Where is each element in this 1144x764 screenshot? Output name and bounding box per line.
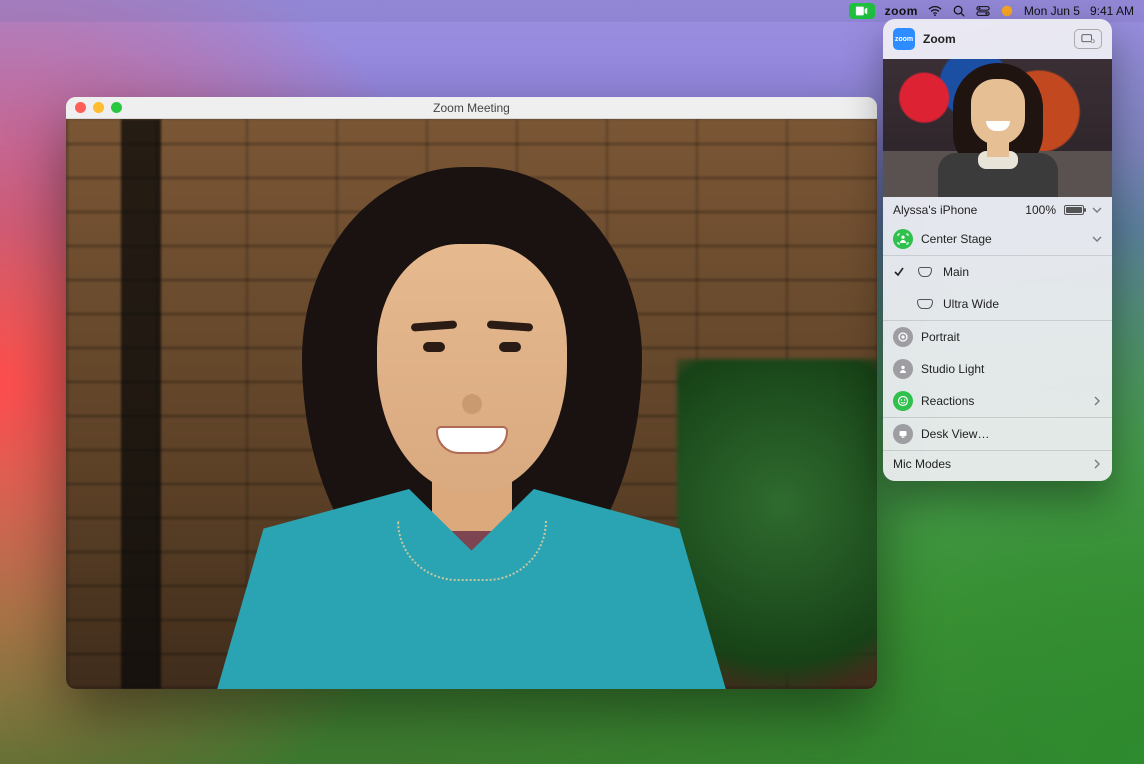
- menubar-date[interactable]: Mon Jun 5: [1024, 4, 1080, 18]
- spotlight-icon[interactable]: [952, 4, 966, 18]
- window-minimize-button[interactable]: [93, 102, 104, 113]
- center-stage-label: Center Stage: [921, 232, 1084, 246]
- share-window-button[interactable]: [1074, 29, 1102, 49]
- control-center-icon[interactable]: [976, 4, 990, 18]
- camera-active-pill[interactable]: [849, 3, 875, 19]
- lens-ultrawide-row[interactable]: Ultra Wide: [883, 288, 1112, 320]
- panel-header: zoom Zoom: [883, 19, 1112, 59]
- desk-view-label: Desk View…: [921, 427, 1102, 441]
- reactions-label: Reactions: [921, 394, 1084, 408]
- share-screen-icon: [1081, 33, 1095, 45]
- battery-icon: [1064, 205, 1084, 215]
- window-close-button[interactable]: [75, 102, 86, 113]
- chevron-down-icon: [1092, 205, 1102, 215]
- device-name: Alyssa's iPhone: [893, 203, 1017, 217]
- desk-view-icon: [893, 424, 913, 444]
- chevron-right-icon: [1092, 396, 1102, 406]
- zoom-app-icon: zoom: [893, 28, 915, 50]
- video-control-panel: zoom Zoom Alyssa's iPhone 100% Center St…: [883, 19, 1112, 481]
- lens-main-label: Main: [943, 265, 1102, 279]
- studio-light-label: Studio Light: [921, 362, 1102, 376]
- camera-preview: [883, 59, 1112, 197]
- zoom-meeting-window: Zoom Meeting: [66, 97, 877, 689]
- lens-ultrawide-label: Ultra Wide: [943, 297, 1102, 311]
- portrait-icon: [893, 327, 913, 347]
- wifi-icon[interactable]: [928, 4, 942, 18]
- reactions-row[interactable]: Reactions: [883, 385, 1112, 417]
- main-speaker-avatar: [192, 139, 752, 689]
- notification-dot-icon[interactable]: [1000, 4, 1014, 18]
- device-status-row[interactable]: Alyssa's iPhone 100%: [883, 197, 1112, 223]
- studio-light-icon: [893, 359, 913, 379]
- center-stage-row[interactable]: Center Stage: [883, 223, 1112, 255]
- desk-view-row[interactable]: Desk View…: [883, 418, 1112, 450]
- chevron-down-icon: [1092, 234, 1102, 244]
- video-icon: [855, 4, 869, 18]
- main-video-feed: [66, 119, 877, 689]
- menubar-time[interactable]: 9:41 AM: [1090, 4, 1134, 18]
- portrait-label: Portrait: [921, 330, 1102, 344]
- window-titlebar[interactable]: Zoom Meeting: [66, 97, 877, 119]
- window-maximize-button[interactable]: [111, 102, 122, 113]
- lens-main-row[interactable]: Main: [883, 256, 1112, 288]
- window-title: Zoom Meeting: [66, 101, 877, 115]
- battery-percent: 100%: [1025, 203, 1056, 217]
- menubar-app-label[interactable]: zoom: [885, 4, 918, 18]
- reactions-icon: [893, 391, 913, 411]
- mic-modes-label: Mic Modes: [893, 457, 1084, 471]
- lens-icon: [915, 294, 935, 314]
- lens-icon: [915, 262, 935, 282]
- chevron-right-icon: [1092, 459, 1102, 469]
- panel-app-name: Zoom: [923, 32, 956, 46]
- check-icon: [893, 266, 907, 278]
- mic-modes-row[interactable]: Mic Modes: [883, 451, 1112, 481]
- center-stage-icon: [893, 229, 913, 249]
- window-traffic-lights: [75, 102, 122, 113]
- portrait-row[interactable]: Portrait: [883, 321, 1112, 353]
- studio-light-row[interactable]: Studio Light: [883, 353, 1112, 385]
- preview-person-avatar: [933, 59, 1063, 197]
